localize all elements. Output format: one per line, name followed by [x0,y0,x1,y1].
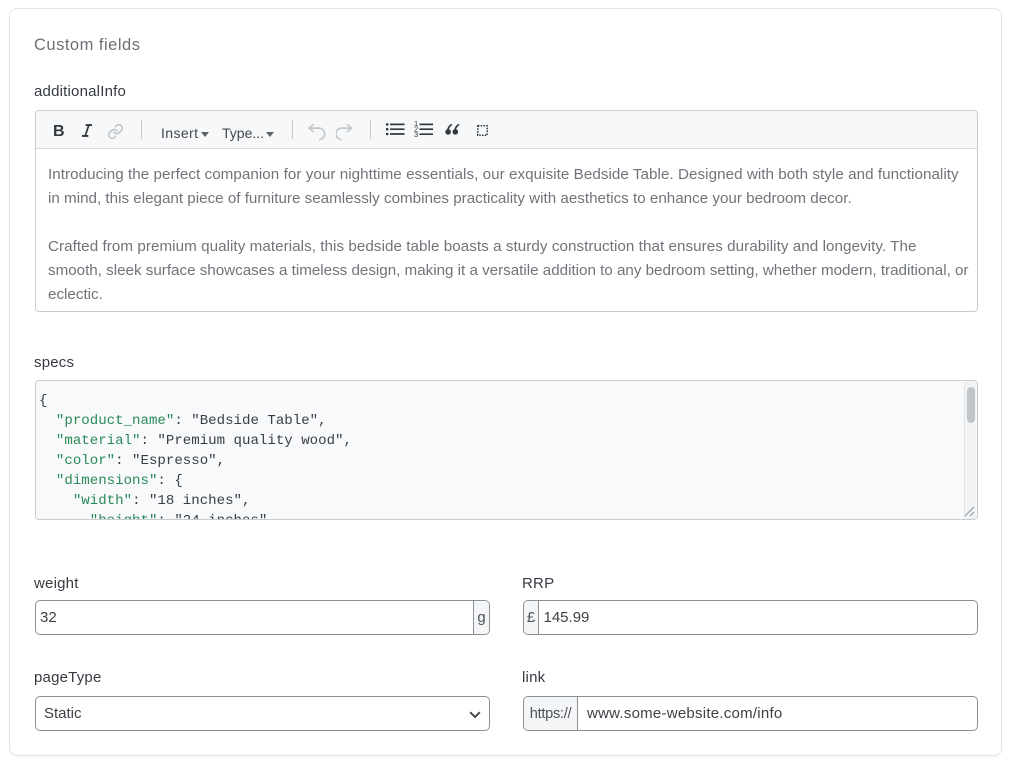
svg-text:3: 3 [414,130,418,138]
